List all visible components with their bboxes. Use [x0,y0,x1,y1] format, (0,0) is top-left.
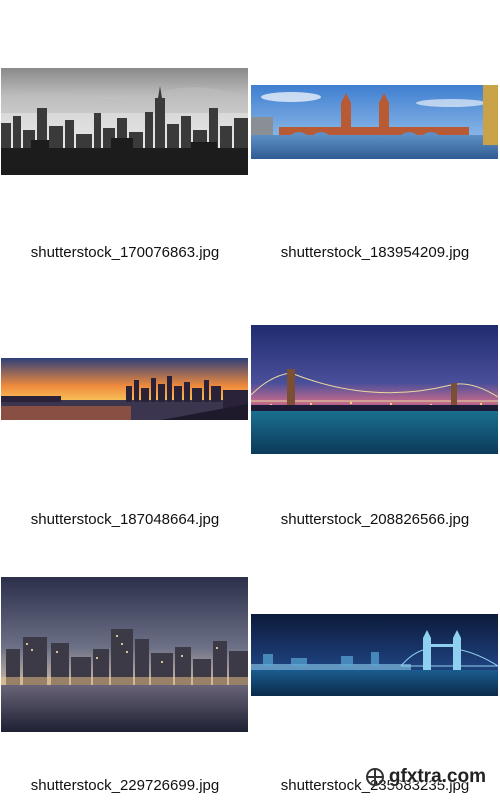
oberbaum-bridge-image[interactable] [251,85,498,159]
gfxtra-logo-icon [365,768,384,786]
gallery-item[interactable]: shutterstock_235683235.jpg [250,532,500,798]
manhattan-night-skyline-image[interactable] [1,577,248,732]
gallery-item[interactable]: shutterstock_183954209.jpg [250,0,500,266]
watermark-text: gfxtra.com [388,766,486,787]
filename-label: shutterstock_187048664.jpg [30,511,220,528]
filename-label: shutterstock_229726699.jpg [30,777,220,794]
watermark: gfxtra.com [365,766,486,788]
filename-label: shutterstock_183954209.jpg [280,244,470,261]
gallery-item[interactable]: shutterstock_187048664.jpg [0,266,250,532]
brooklyn-bridge-night-image[interactable] [251,325,498,454]
filename-label: shutterstock_170076863.jpg [30,244,220,261]
sunset-skyline-image[interactable] [1,358,248,420]
tower-bridge-night-image[interactable] [251,614,498,696]
gallery-item[interactable]: shutterstock_208826566.jpg [250,266,500,532]
new-york-bw-skyline-image[interactable] [1,68,248,175]
gallery-item[interactable]: shutterstock_229726699.jpg [0,532,250,798]
gallery-item[interactable]: shutterstock_170076863.jpg [0,0,250,266]
filename-label: shutterstock_208826566.jpg [280,511,470,528]
